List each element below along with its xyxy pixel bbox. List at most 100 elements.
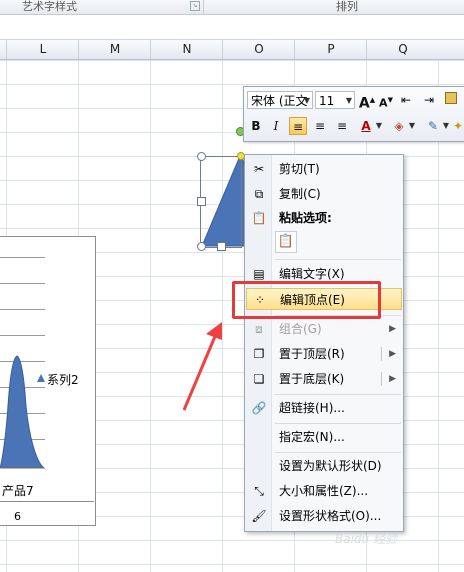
hyperlink-icon: 🔗 (251, 401, 267, 415)
menu-item-set-default-shape[interactable]: 设置为默认形状(D) (246, 455, 402, 477)
font-color-button[interactable]: A (357, 117, 375, 135)
submenu-arrow-icon[interactable]: ▶ (389, 343, 396, 365)
red-arrow-shaft (182, 333, 218, 411)
menu-item-group[interactable]: ⧈ 组合(G) ▶ (246, 318, 402, 340)
font-size-combo[interactable]: 11 ▼ (315, 91, 355, 109)
chevron-down-icon[interactable]: ▼ (408, 117, 416, 135)
submenu-arrow-icon[interactable]: ▶ (389, 368, 396, 390)
increase-indent-icon: ⇥ (423, 93, 435, 107)
menu-item-label: 指定宏(N)... (279, 430, 345, 444)
highlight-annotation-box (232, 281, 381, 319)
column-header-m[interactable]: M (78, 40, 151, 59)
data-table-line (0, 501, 94, 502)
menu-separator (275, 259, 401, 260)
column-header-o[interactable]: O (222, 40, 295, 59)
font-name-value: 宋体 (正文 (251, 94, 308, 108)
format-shape-icon: 🖌 (251, 509, 267, 523)
split-separator (381, 347, 382, 361)
shrink-font-button[interactable]: A▼ (377, 91, 395, 110)
clipboard-icon: 📋 (277, 234, 295, 249)
grow-font-button[interactable]: A▲ (358, 91, 376, 112)
decrease-indent-button[interactable]: ⇤ (397, 91, 415, 109)
align-left-icon: ≡ (292, 120, 304, 134)
dialog-launcher-icon[interactable]: ↘ (190, 1, 200, 11)
ribbon-group-arrange: 排列 (336, 0, 358, 13)
legend-series-label: 系列2 (47, 373, 79, 387)
shape-style-button[interactable] (443, 91, 459, 109)
resize-handle-top-left[interactable] (197, 152, 206, 161)
red-arrow-icon (182, 322, 222, 411)
decrease-indent-icon: ⇤ (400, 93, 412, 107)
resize-handle-bottom[interactable] (217, 242, 226, 251)
italic-button[interactable]: I (267, 117, 285, 135)
increase-indent-button[interactable]: ⇥ (420, 91, 438, 109)
scissors-icon: ✂ (253, 162, 265, 176)
menu-item-label: 设置为默认形状(D) (279, 459, 382, 473)
menu-item-format-shape[interactable]: 🖌 设置形状格式(O)... (246, 505, 402, 527)
align-center-icon: ≡ (314, 119, 326, 133)
column-headers: L M N O P Q (0, 40, 464, 60)
resize-handle-bottom-left[interactable] (197, 242, 206, 251)
mini-toolbar: 宋体 (正文 ▼ 11 ▼ A▲ A▼ ⇤ ⇥ B I ≡ ≡ ≡ A ▼ ◈ … (243, 86, 464, 142)
align-left-button[interactable]: ≡ (289, 117, 307, 135)
font-size-value: 11 (319, 94, 335, 108)
legend-series-marker (37, 374, 45, 382)
align-right-button[interactable]: ≡ (333, 117, 351, 135)
ribbon-group-wordart-styles: 艺术字样式 (22, 0, 77, 13)
column-header-l[interactable]: L (6, 40, 79, 59)
chart-series-shape[interactable] (0, 355, 46, 469)
paste-option-button[interactable]: 📋 (275, 231, 297, 253)
format-painter-button[interactable]: ✦ (452, 117, 464, 135)
menu-item-label: 大小和属性(Z)... (279, 484, 369, 498)
menu-item-hyperlink[interactable]: 🔗 超链接(H)... (246, 397, 402, 419)
data-table-value: 6 (14, 510, 21, 523)
outline-color-button[interactable]: ✎ (424, 117, 442, 135)
resize-handle-left[interactable] (197, 197, 206, 206)
menu-item-cut[interactable]: ✂ 剪切(T) (246, 158, 402, 180)
menu-item-label: 复制(C) (279, 187, 321, 201)
bold-button[interactable]: B (247, 117, 265, 135)
menu-item-size-properties[interactable]: ⤡ 大小和属性(Z)... (246, 480, 402, 502)
shape-style-icon (445, 92, 457, 104)
align-right-icon: ≡ (336, 119, 348, 133)
italic-icon: I (273, 119, 279, 133)
menu-item-label: 超链接(H)... (279, 401, 345, 415)
grow-font-icon: A (358, 95, 370, 112)
format-painter-icon: ✦ (452, 119, 464, 133)
bold-icon: B (251, 119, 261, 133)
column-header-n[interactable]: N (150, 40, 223, 59)
copy-icon: ⧉ (254, 187, 264, 201)
submenu-arrow-icon: ▶ (389, 324, 396, 334)
split-separator (381, 372, 382, 386)
shrink-font-icon: A (379, 96, 388, 110)
fill-color-button[interactable]: ◈ (390, 117, 408, 135)
group-icon: ⧈ (255, 322, 263, 336)
font-color-icon: A (361, 119, 371, 133)
column-header-p[interactable]: P (294, 40, 367, 59)
size-properties-icon: ⤡ (254, 484, 264, 498)
chevron-down-icon[interactable]: ▼ (304, 92, 310, 108)
menu-item-label: 粘贴选项: (279, 211, 332, 225)
formula-area (0, 15, 464, 40)
chevron-down-icon[interactable]: ▼ (346, 92, 352, 108)
chevron-down-icon[interactable]: ▼ (442, 117, 450, 135)
category-axis-label: 产品7 (2, 484, 34, 498)
menu-item-label: 设置形状格式(O)... (279, 509, 382, 523)
menu-item-label: 剪切(T) (279, 162, 320, 176)
menu-item-send-to-back[interactable]: ❏ 置于底层(K) ▶ (246, 368, 402, 390)
chevron-down-icon[interactable]: ▼ (375, 117, 383, 135)
menu-item-assign-macro[interactable]: 指定宏(N)... (246, 426, 402, 448)
font-name-combo[interactable]: 宋体 (正文 ▼ (247, 91, 313, 109)
menu-separator (275, 394, 401, 395)
column-header-q[interactable]: Q (366, 40, 439, 59)
align-center-button[interactable]: ≡ (311, 117, 329, 135)
context-menu: ✂ 剪切(T) ⧉ 复制(C) 📋 粘贴选项: 📋 ▤ 编辑文字(X) ⁘ 编辑… (244, 154, 404, 532)
menu-item-bring-to-front[interactable]: ❐ 置于顶层(R) ▶ (246, 343, 402, 365)
edit-text-icon: ▤ (253, 267, 265, 281)
ribbon-separator (203, 0, 204, 14)
ribbon-bar: 艺术字样式 ↘ 排列 (0, 0, 464, 15)
paste-icon: 📋 (251, 211, 267, 225)
menu-item-copy[interactable]: ⧉ 复制(C) (246, 183, 402, 205)
menu-item-label: 组合(G) (279, 322, 322, 336)
paint-bucket-icon: ◈ (394, 119, 404, 133)
